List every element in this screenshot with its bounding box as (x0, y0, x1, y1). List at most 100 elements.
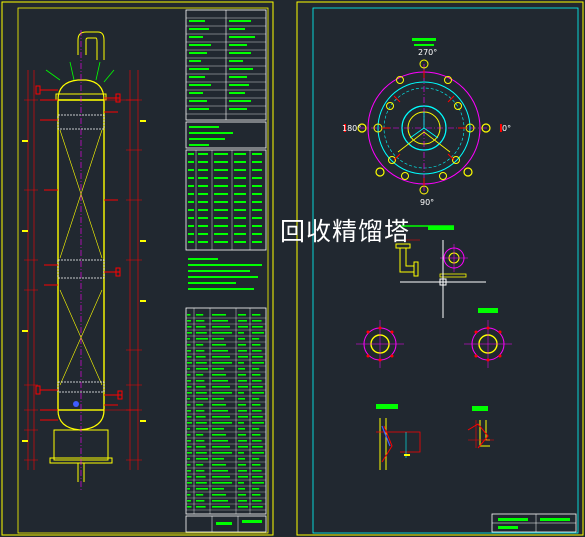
parts-row-cell (187, 476, 192, 478)
parts-row-cell (252, 500, 262, 502)
parts-row-cell (252, 356, 263, 358)
parts-row-cell (196, 428, 208, 430)
parts-row-cell (196, 350, 205, 352)
parts-row-cell (187, 398, 190, 400)
parts-row-cell (238, 440, 247, 442)
parts-row-cell (238, 332, 244, 334)
parts-row-cell (212, 320, 228, 322)
parts-row-cell (196, 416, 206, 418)
parts-row-cell (196, 440, 205, 442)
parts-row-cell (252, 338, 260, 340)
parts-row-cell (196, 368, 208, 370)
column-nozzles (35, 85, 123, 421)
parts-row-cell (187, 410, 191, 412)
parts-row-cell (187, 494, 191, 496)
detail-flange-left (356, 320, 404, 368)
parts-row-cell (212, 338, 224, 340)
parts-row-cell (212, 494, 226, 496)
parts-row-cell (252, 314, 261, 316)
parts-row-cell (196, 494, 204, 496)
parts-row-cell (252, 464, 261, 466)
parts-row-cell (196, 422, 207, 424)
parts-row-cell (187, 320, 191, 322)
cad-crosshair[interactable] (400, 240, 486, 318)
parts-row-cell (196, 380, 205, 382)
parts-row-cell (212, 458, 224, 460)
parts-row-cell (187, 482, 192, 484)
parts-row-cell (187, 446, 192, 448)
parts-row-cell (238, 368, 245, 370)
parts-row-cell (187, 362, 192, 364)
drawing-title: 回收精馏塔 (280, 217, 411, 246)
parts-row-cell (187, 452, 192, 454)
parts-row-cell (252, 392, 264, 394)
parts-row-cell (212, 446, 230, 448)
parts-row-cell (196, 338, 208, 340)
angle-label-right: 0° (502, 124, 512, 133)
parts-row-cell (252, 488, 260, 490)
parts-row-cell (238, 410, 247, 412)
parts-row-cell (252, 380, 262, 382)
parts-row-cell (196, 356, 206, 358)
parts-row-cell (196, 446, 206, 448)
parts-row-cell (212, 344, 226, 346)
parts-row-cell (187, 422, 192, 424)
parts-row-cell (252, 440, 262, 442)
parts-row-cell (196, 314, 204, 316)
parts-row-cell (252, 320, 262, 322)
parts-row-cell (252, 386, 263, 388)
parts-row-cell (187, 332, 192, 334)
parts-row-cell (238, 356, 248, 358)
parts-row-cell (252, 452, 264, 454)
parts-row-cell (196, 476, 206, 478)
parts-row-cell (187, 434, 191, 436)
parts-row-cell (187, 380, 191, 382)
parts-row-cell (212, 374, 226, 376)
parts-row-cell (252, 446, 263, 448)
parts-row-cell (252, 458, 260, 460)
parts-row-cell (238, 428, 245, 430)
parts-row-cell (196, 434, 204, 436)
technical-notes (188, 258, 262, 290)
parts-row-cell (187, 356, 192, 358)
parts-row-cell (187, 488, 190, 490)
parts-row-cell (238, 506, 248, 508)
parts-row-cell (238, 422, 244, 424)
parts-row-cell (187, 350, 191, 352)
parts-row-cell (196, 410, 205, 412)
parts-row-cell (252, 506, 263, 508)
cad-drawing (1, 1, 584, 536)
parts-row-cell (238, 344, 246, 346)
parts-row-cell (252, 434, 261, 436)
parts-row-cell (252, 368, 260, 370)
angle-label-bottom: 90° (420, 198, 435, 207)
parts-row-cell (238, 314, 246, 316)
parts-row-cell (212, 326, 230, 328)
parts-row-cell (238, 446, 248, 448)
parts-row-cell (196, 500, 205, 502)
parts-row-cell (187, 440, 191, 442)
parts-row-cell (212, 506, 230, 508)
parts-row-cell (212, 356, 230, 358)
angle-label-left: 180° (342, 124, 362, 133)
parts-row-cell (196, 392, 207, 394)
parts-row-cell (212, 470, 228, 472)
parts-row-cell (238, 458, 245, 460)
parts-row-cell (187, 506, 192, 508)
parts-row-cell (238, 488, 245, 490)
parts-row-cell (238, 494, 246, 496)
parts-row-cell (212, 464, 226, 466)
parts-row-cell (252, 476, 263, 478)
detail-flange-right (464, 308, 512, 368)
parts-row-cell (212, 332, 232, 334)
dimension-tags (22, 120, 146, 442)
parts-row-cell (212, 368, 224, 370)
detail-section-right (467, 406, 494, 449)
parts-row-cell (252, 374, 261, 376)
parts-row-cell (238, 470, 247, 472)
parts-row-cell (252, 344, 261, 346)
parts-row-cell (212, 380, 228, 382)
parts-row-cell (252, 470, 262, 472)
parts-row-cell (187, 416, 192, 418)
parts-row-cell (238, 500, 247, 502)
